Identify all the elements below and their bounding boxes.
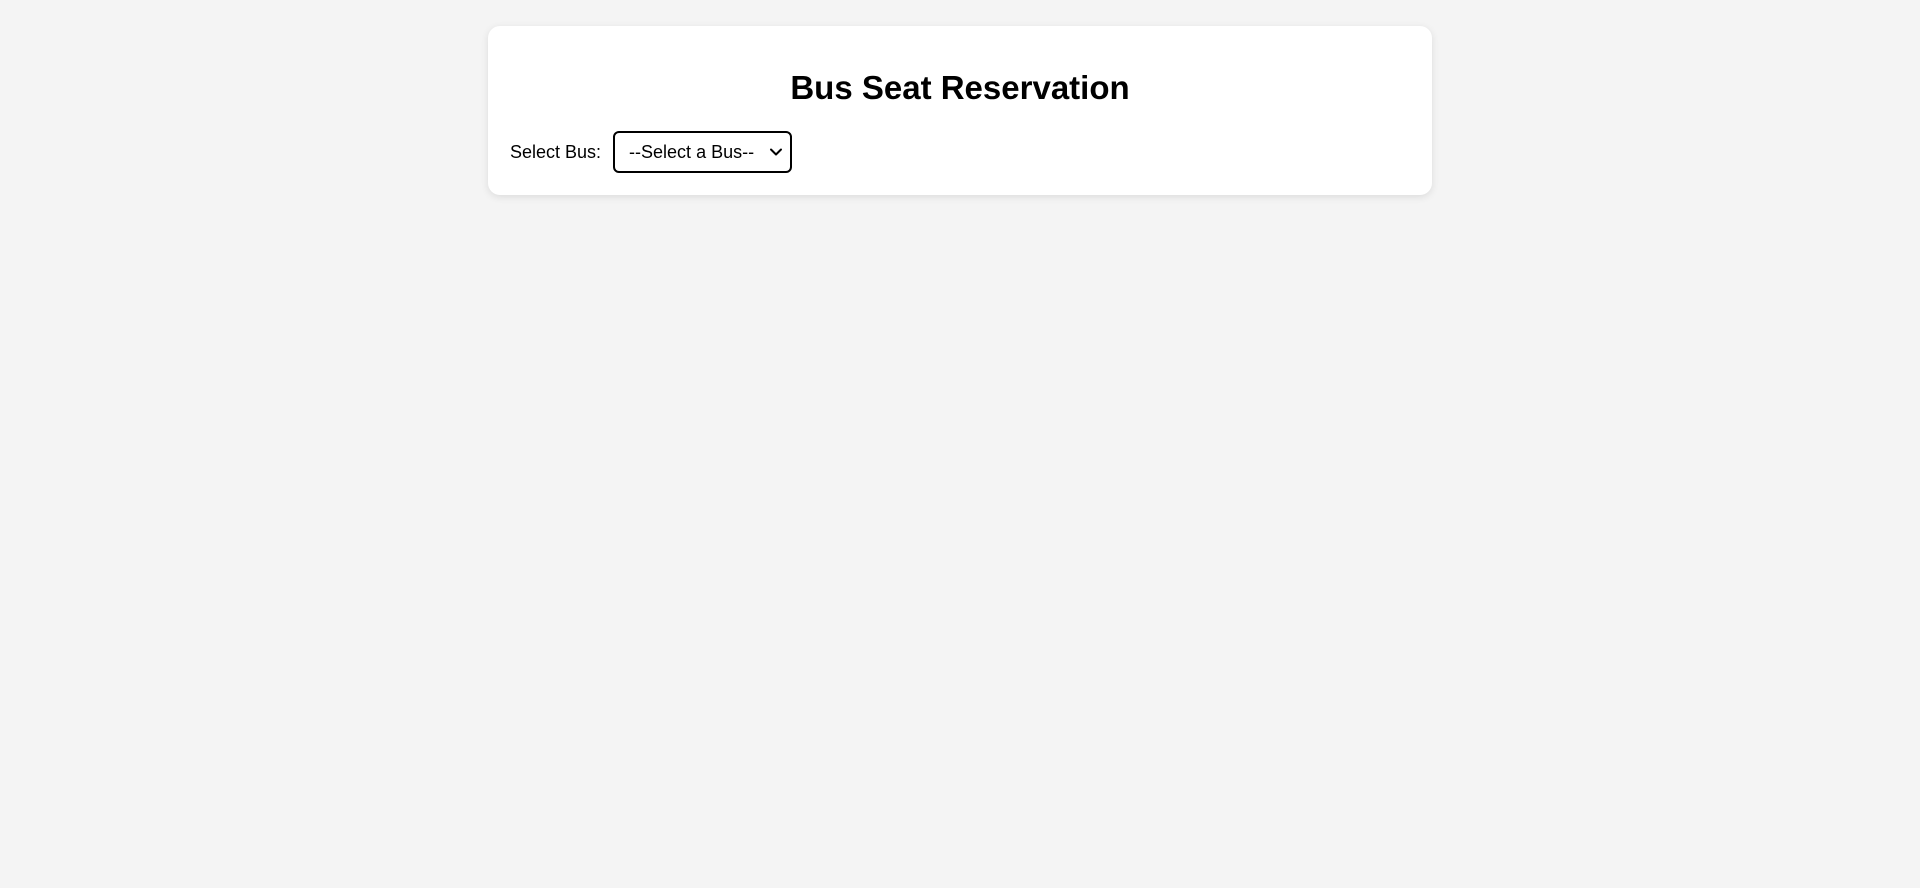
bus-select-value: --Select a Bus--	[629, 141, 755, 162]
chevron-down-icon	[770, 148, 783, 156]
select-bus-label: Select Bus:	[510, 141, 602, 162]
page-title: Bus Seat Reservation	[790, 69, 1130, 106]
reservation-card: Bus Seat Reservation Select Bus: --Selec…	[488, 26, 1432, 195]
bus-select-dropdown[interactable]: --Select a Bus--	[613, 131, 793, 173]
bus-select-row: Select Bus: --Select a Bus--	[510, 131, 793, 173]
